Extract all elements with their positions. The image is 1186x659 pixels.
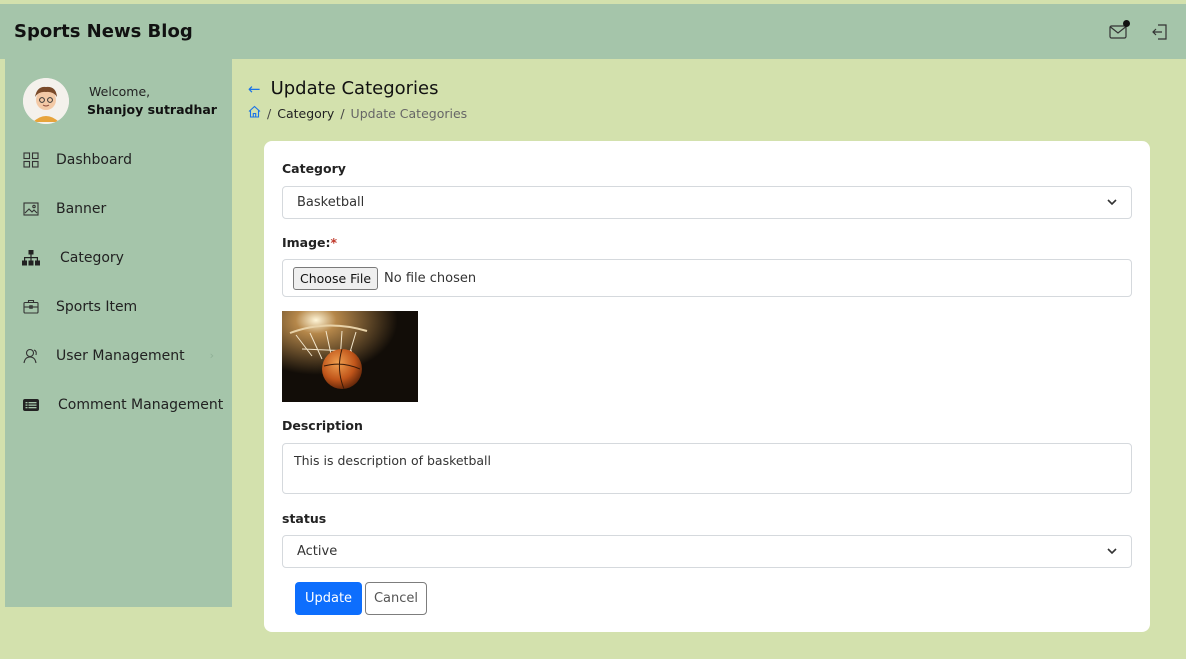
sidebar-item-user-management[interactable]: User Management › [5, 331, 232, 380]
category-label: Category [282, 161, 346, 176]
sidebar-item-banner[interactable]: Banner [5, 184, 232, 233]
file-status: No file chosen [384, 270, 477, 286]
logout-icon[interactable] [1148, 20, 1172, 44]
image-label-text: Image: [282, 235, 331, 250]
users-icon [22, 347, 40, 365]
chevron-right-icon: › [209, 349, 214, 362]
status-label: status [282, 511, 327, 526]
choose-file-button[interactable]: Choose File [293, 266, 379, 290]
chevron-down-icon [1107, 196, 1117, 209]
home-icon[interactable] [248, 105, 261, 121]
brand-title: Sports News Blog [14, 21, 193, 42]
sidebar-item-label: Sports Item [56, 298, 138, 315]
sidebar-item-label: User Management [56, 347, 185, 364]
sidebar-item-sports-item[interactable]: Sports Item [5, 282, 232, 331]
description-value: This is description of basketball [294, 453, 492, 468]
sidebar-item-dashboard[interactable]: Dashboard [5, 135, 232, 184]
image-icon [22, 200, 40, 218]
page-header: ← Update Categories [248, 78, 1168, 99]
breadcrumb-category[interactable]: Category [277, 106, 334, 121]
status-select-value: Active [297, 544, 338, 559]
category-select[interactable]: Basketball [282, 186, 1132, 219]
sidebar-item-label: Dashboard [56, 151, 132, 168]
required-marker: * [330, 235, 338, 250]
sidebar-item-label: Category [60, 249, 124, 266]
sidebar-item-label: Banner [56, 200, 107, 217]
sidebar-nav: Dashboard Banner Category Sports Item Us… [5, 135, 232, 429]
sidebar-item-comment-management[interactable]: Comment Management [5, 380, 232, 429]
page-title: Update Categories [270, 78, 439, 99]
breadcrumb-separator: / [340, 105, 345, 121]
mail-icon[interactable] [1106, 19, 1130, 44]
sidebar: Welcome, Shanjoy sutradhar Dashboard Ban… [5, 59, 232, 607]
image-file-input[interactable]: Choose File No file chosen [282, 259, 1132, 297]
top-bar-actions [1106, 19, 1172, 44]
cancel-button[interactable]: Cancel [365, 582, 427, 615]
status-select[interactable]: Active [282, 535, 1132, 568]
category-select-value: Basketball [297, 195, 365, 210]
user-name: Shanjoy sutradhar [87, 102, 217, 117]
description-label: Description [282, 418, 363, 433]
description-textarea[interactable]: This is description of basketball [282, 443, 1132, 494]
list-icon [22, 396, 40, 414]
user-profile: Welcome, Shanjoy sutradhar [5, 59, 232, 129]
category-image-preview [282, 311, 418, 402]
back-arrow-icon[interactable]: ← [248, 80, 261, 98]
welcome-text: Welcome, Shanjoy sutradhar [87, 83, 217, 119]
sitemap-icon [22, 249, 40, 267]
breadcrumb: / Category / Update Categories [248, 105, 1168, 121]
update-button[interactable]: Update [295, 582, 362, 615]
notification-dot [1123, 19, 1130, 27]
welcome-label: Welcome, [89, 84, 151, 99]
briefcase-icon [22, 298, 40, 316]
sidebar-item-label: Comment Management [58, 396, 224, 413]
avatar [23, 78, 69, 124]
breadcrumb-separator: / [267, 105, 272, 121]
image-label: Image:* [282, 235, 337, 250]
main-content: ← Update Categories / Category / Update … [248, 59, 1168, 632]
update-category-form: Category Basketball Image:* Choose File … [264, 141, 1150, 632]
top-bar: Sports News Blog [0, 4, 1186, 59]
breadcrumb-current: Update Categories [350, 105, 468, 121]
dashboard-icon [22, 151, 40, 169]
sidebar-item-category[interactable]: Category [5, 233, 232, 282]
chevron-down-icon [1107, 545, 1117, 558]
